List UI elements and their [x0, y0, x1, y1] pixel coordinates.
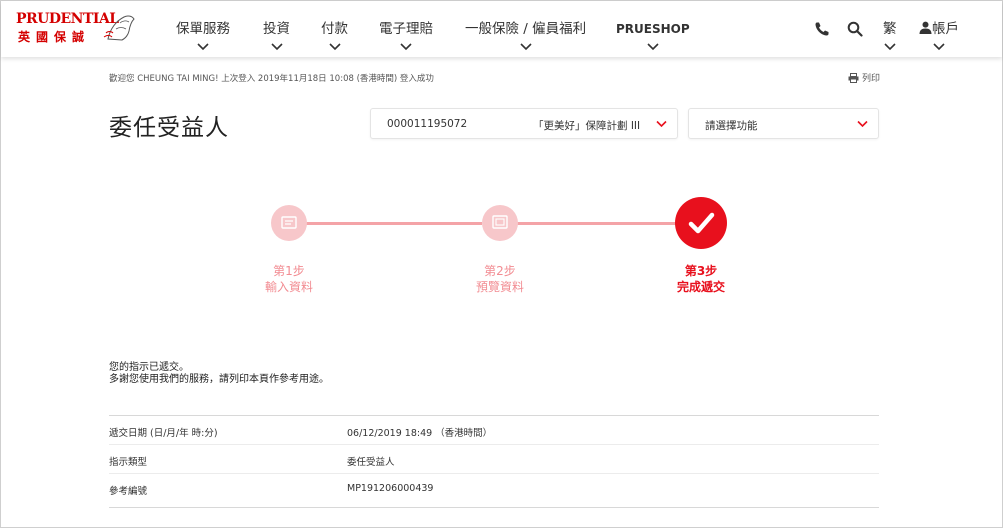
- step-3-label: 第3步 完成遞交: [651, 263, 751, 295]
- step-title: 預覽資料: [475, 280, 524, 294]
- nav-investment[interactable]: 投資: [263, 21, 290, 51]
- nav-policy-services[interactable]: 保單服務: [176, 21, 230, 51]
- step-2-indicator: [482, 205, 518, 241]
- nav-label: 電子理賠: [379, 21, 433, 37]
- chevron-down-icon: [519, 43, 532, 51]
- print-button[interactable]: 列印: [848, 71, 880, 84]
- last-login-info: 歡迎您 CHEUNG TAI MING! 上次登入 2019年11月18日 10…: [109, 74, 434, 84]
- function-select-placeholder: 請選擇功能: [705, 120, 758, 132]
- nav-payment[interactable]: 付款: [321, 21, 348, 51]
- step-connector: [517, 222, 677, 225]
- chevron-down-icon: [270, 43, 283, 51]
- search-icon[interactable]: [847, 21, 863, 37]
- language-label: 繁: [883, 21, 897, 37]
- chevron-down-icon: [656, 120, 667, 128]
- nav-prueshop[interactable]: PRUESHOP: [616, 21, 690, 51]
- chevron-down-icon: [857, 120, 868, 128]
- nav-general-insurance[interactable]: 一般保險 / 僱員福利: [465, 21, 586, 51]
- row-label: 指示類型: [109, 457, 148, 468]
- policy-select[interactable]: 000011195072 「更美好」保障計劃 III: [370, 108, 678, 139]
- logo-chinese-name: 英國保誠: [18, 30, 91, 44]
- confirmation-line-2: 多謝您使用我們的服務，請列印本頁作參考用途。: [109, 374, 329, 385]
- preview-icon: [492, 215, 508, 229]
- step-1-label: 第1步 輸入資料: [239, 263, 339, 295]
- nav-label: 投資: [263, 21, 290, 37]
- phone-icon[interactable]: [814, 21, 830, 37]
- logo-emblem-icon: [103, 15, 135, 41]
- chevron-down-icon: [884, 43, 896, 51]
- row-value: MP191206000439: [347, 483, 434, 494]
- chevron-down-icon: [197, 43, 209, 51]
- nav-label: 一般保險 / 僱員福利: [465, 21, 587, 37]
- function-select[interactable]: 請選擇功能: [688, 108, 879, 139]
- nav-label: 付款: [321, 21, 348, 37]
- table-row: 參考編號 MP191206000439: [109, 474, 879, 508]
- row-value: 委任受益人: [347, 457, 395, 468]
- step-number: 第1步: [273, 264, 305, 278]
- chevron-down-icon: [328, 43, 341, 51]
- document-icon: [281, 216, 297, 229]
- step-number: 第2步: [484, 264, 516, 278]
- chevron-down-icon: [933, 43, 945, 51]
- policy-plan-name: 「更美好」保障計劃 III: [533, 120, 641, 132]
- step-connector: [306, 222, 482, 225]
- step-1-indicator: [271, 205, 307, 241]
- confirmation-message: 您的指示已遞交。 多謝您使用我們的服務，請列印本頁作參考用途。: [109, 362, 329, 386]
- step-title: 輸入資料: [264, 280, 313, 294]
- step-number: 第3步: [684, 264, 718, 278]
- account-menu[interactable]: 帳戶: [919, 21, 959, 51]
- printer-icon: [848, 72, 859, 83]
- chevron-down-icon: [647, 43, 659, 51]
- step-2-label: 第2步 預覽資料: [450, 263, 550, 295]
- top-navigation-bar: PRUDENTIAL 英國保誠 保單服務 投資 付款 電子理賠 一般保險 / 僱…: [1, 1, 1002, 57]
- step-3-indicator: [675, 197, 727, 249]
- nav-label: PRUESHOP: [616, 22, 690, 36]
- table-row: 指示類型 委任受益人: [109, 445, 879, 474]
- submission-details-table: 遞交日期 (日/月/年 時:分) 06/12/2019 18:49 （香港時間）…: [109, 415, 879, 508]
- account-label: 帳戶: [932, 21, 959, 37]
- row-value: 06/12/2019 18:49 （香港時間）: [347, 428, 493, 439]
- table-row: 遞交日期 (日/月/年 時:分) 06/12/2019 18:49 （香港時間）: [109, 416, 879, 445]
- confirmation-line-1: 您的指示已遞交。: [109, 362, 189, 373]
- nav-label: 保單服務: [176, 21, 230, 37]
- policy-number: 000011195072: [387, 118, 468, 130]
- user-icon: [919, 21, 932, 34]
- chevron-down-icon: [400, 43, 412, 51]
- check-icon: [688, 212, 715, 234]
- nav-e-claims[interactable]: 電子理賠: [379, 21, 433, 51]
- page-title: 委任受益人: [109, 115, 229, 141]
- step-title: 完成遞交: [676, 280, 725, 294]
- print-label: 列印: [862, 74, 881, 84]
- row-label: 遞交日期 (日/月/年 時:分): [109, 428, 218, 439]
- language-switch[interactable]: 繁: [883, 21, 897, 51]
- prudential-logo[interactable]: PRUDENTIAL 英國保誠: [16, 11, 136, 47]
- row-label: 參考編號: [109, 486, 148, 497]
- account-label-wrap: 帳戶: [919, 21, 959, 37]
